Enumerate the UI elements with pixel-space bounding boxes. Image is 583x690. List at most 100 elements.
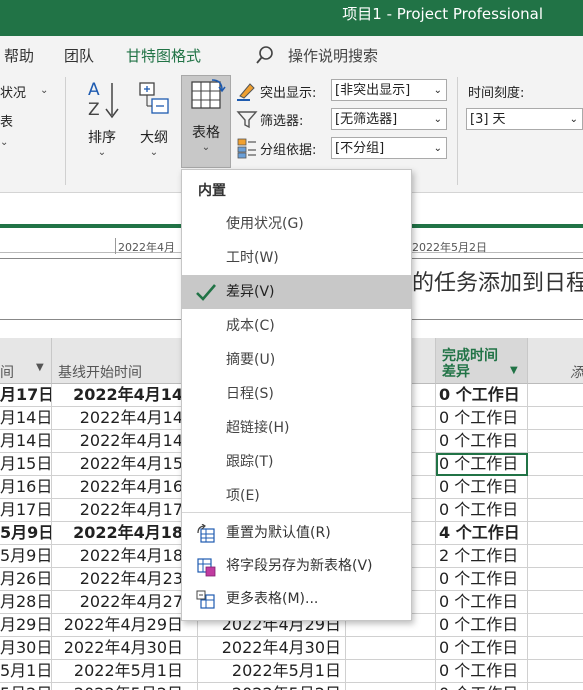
menu-item-table[interactable]: 日程(S) (182, 377, 411, 411)
table-cell[interactable]: 5月1日 (0, 660, 52, 683)
table-cell[interactable] (528, 545, 583, 568)
table-cell[interactable] (528, 614, 583, 637)
table-cell[interactable] (528, 384, 583, 407)
table-cell[interactable]: 2022年4月27 (52, 591, 198, 614)
table-cell[interactable] (528, 499, 583, 522)
table-cell[interactable]: 0 个工作日 (436, 591, 528, 614)
column-header-finish-variance[interactable]: 完成时间 差异 ▼ (436, 338, 528, 384)
menu-item-table[interactable]: 使用状况(G) (182, 207, 411, 241)
menu-item-table[interactable]: 项(E) (182, 479, 411, 513)
table-cell[interactable] (528, 453, 583, 476)
table-row[interactable]: 5月1日 2022年5月1日 2022年5月1日 0 个工作日 (0, 660, 583, 683)
table-cell[interactable]: 月15日 (0, 453, 52, 476)
table-cell[interactable]: 月29日 (0, 614, 52, 637)
table-cell[interactable]: 2022年4月29日 (52, 614, 198, 637)
table-cell[interactable]: 2022年4月14 (52, 407, 198, 430)
table-cell[interactable]: 月17日 (0, 384, 52, 407)
svg-text:A: A (88, 80, 100, 100)
table-cell[interactable]: 0 个工作日 (436, 568, 528, 591)
table-cell[interactable]: 0 个工作日 (436, 637, 528, 660)
table-cell[interactable]: 月28日 (0, 591, 52, 614)
table-cell[interactable] (528, 637, 583, 660)
highlight-dropdown[interactable]: [非突出显示] ⌄ (331, 79, 447, 101)
tell-me-search[interactable]: 操作说明搜索 (288, 45, 378, 66)
tab-gantt-format[interactable]: 甘特图格式 (126, 45, 201, 66)
reset-table-icon (196, 523, 216, 543)
table-cell[interactable]: 2022年4月16 (52, 476, 198, 499)
menu-item-table[interactable]: 超链接(H) (182, 411, 411, 445)
table-cell[interactable]: 2022年4月30日 (52, 637, 198, 660)
table-cell[interactable] (528, 683, 583, 690)
menu-action-item[interactable]: 重置为默认值(R) (182, 516, 411, 550)
outline-button[interactable]: 大纲 ⌄ (130, 77, 178, 161)
search-icon[interactable] (255, 45, 275, 65)
table-cell[interactable]: 月14日 (0, 407, 52, 430)
chevron-down-icon: ⌄ (40, 85, 49, 96)
table-cell[interactable]: 4 个工作日 (436, 522, 528, 545)
table-cell[interactable]: 月17日 (0, 499, 52, 522)
table-cell[interactable]: 2022年5月1日 (52, 660, 198, 683)
chevron-down-icon: ⌄ (97, 147, 107, 158)
table-row[interactable]: 5月2日2022年5月2日2022年5月2日0 个工作日 (0, 683, 583, 690)
table-cell[interactable] (528, 430, 583, 453)
table-cell[interactable]: 2022年4月17 (52, 499, 198, 522)
table-cell[interactable] (528, 568, 583, 591)
table-cell[interactable]: 2022年4月18 (52, 522, 198, 545)
table-cell[interactable] (528, 660, 583, 683)
table-cell[interactable]: 2022年5月2日 (198, 683, 346, 690)
table-cell[interactable]: 2022年4月15 (52, 453, 198, 476)
menu-item-table[interactable]: 工时(W) (182, 241, 411, 275)
table-cell[interactable]: 2022年4月14 (52, 384, 198, 407)
table-cell[interactable]: 2022年4月30日 (198, 637, 346, 660)
menu-item-table[interactable]: 成本(C) (182, 309, 411, 343)
ribbon-cut-label-1[interactable]: 状况 (0, 82, 26, 101)
column-header-baseline-start[interactable]: 基线开始时间 (52, 338, 198, 384)
menu-action-item[interactable]: 将字段另存为新表格(V) (182, 549, 411, 583)
ribbon-cut-label-2[interactable]: 表 (0, 111, 13, 130)
table-cell[interactable]: 5月9日 (0, 545, 52, 568)
table-cell[interactable] (528, 591, 583, 614)
table-cell[interactable]: 月30日 (0, 637, 52, 660)
tables-button[interactable]: 表格 ⌄ (181, 75, 231, 168)
timescale-dropdown[interactable]: [3] 天 ⌄ (466, 108, 583, 130)
table-cell[interactable]: 月16日 (0, 476, 52, 499)
group-by-dropdown[interactable]: [不分组] ⌄ (331, 137, 447, 159)
column-header-add-new[interactable]: 添 (528, 338, 583, 384)
table-cell[interactable]: 2022年4月14 (52, 430, 198, 453)
table-cell[interactable] (346, 660, 436, 683)
table-cell[interactable]: 5月9日 (0, 522, 52, 545)
table-cell[interactable]: 0 个工作日 (436, 476, 528, 499)
table-cell[interactable]: 0 个工作日 (436, 453, 528, 476)
table-cell[interactable] (528, 476, 583, 499)
table-cell[interactable]: 0 个工作日 (436, 407, 528, 430)
table-cell[interactable]: 2022年5月1日 (198, 660, 346, 683)
filter-dropdown[interactable]: [无筛选器] ⌄ (331, 108, 447, 130)
table-cell[interactable]: 2022年4月23 (52, 568, 198, 591)
table-cell[interactable] (528, 407, 583, 430)
table-cell[interactable]: 0 个工作日 (436, 660, 528, 683)
table-row[interactable]: 月30日 2022年4月30日 2022年4月30日 0 个工作日 (0, 637, 583, 660)
table-cell[interactable]: 0 个工作日 (436, 430, 528, 453)
table-cell[interactable]: 0 个工作日 (436, 683, 528, 690)
menu-item-table[interactable]: 跟踪(T) (182, 445, 411, 479)
table-cell[interactable] (346, 683, 436, 690)
tab-help[interactable]: 帮助 (4, 45, 34, 66)
table-cell[interactable]: 0 个工作日 (436, 614, 528, 637)
table-cell[interactable]: 5月2日 (0, 683, 52, 690)
table-cell[interactable]: 0 个工作日 (436, 384, 528, 407)
table-cell[interactable]: 月14日 (0, 430, 52, 453)
table-cell[interactable]: 0 个工作日 (436, 499, 528, 522)
table-cell[interactable]: 2022年5月2日 (52, 683, 198, 690)
table-cell[interactable] (346, 637, 436, 660)
table-cell[interactable]: 2022年4月18 (52, 545, 198, 568)
table-cell[interactable] (528, 522, 583, 545)
table-cell[interactable]: 月26日 (0, 568, 52, 591)
menu-item-table[interactable]: 差异(V) (182, 275, 411, 309)
tab-team[interactable]: 团队 (64, 45, 94, 66)
menu-action-item[interactable]: 更多表格(M)... (182, 582, 411, 616)
svg-text:Z: Z (88, 100, 100, 120)
column-header-finish[interactable]: 间 ▼ (0, 338, 52, 384)
table-cell[interactable]: 2 个工作日 (436, 545, 528, 568)
menu-item-table[interactable]: 摘要(U) (182, 343, 411, 377)
sort-button[interactable]: A Z 排序 ⌄ (78, 77, 126, 161)
